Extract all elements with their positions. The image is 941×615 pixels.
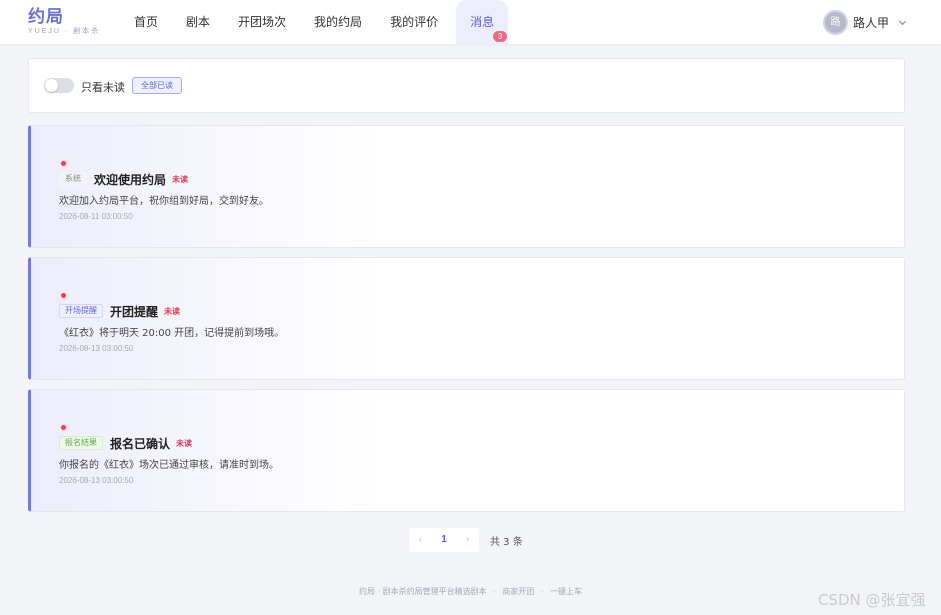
- avatar: 路: [823, 9, 848, 35]
- page-number-current[interactable]: 1: [432, 528, 456, 552]
- message-card[interactable]: 报名结果 报名已确认 未读 你报名的《红衣》场次已通过审核，请准时到场。 202…: [28, 389, 905, 512]
- total-count: 共 3 条: [490, 536, 523, 548]
- unread-status: 未读: [172, 174, 189, 184]
- message-title: 欢迎使用约局: [94, 172, 167, 187]
- unread-only-toggle[interactable]: [44, 78, 74, 93]
- top-navbar: 约局 YUEJU · 剧本杀 首页 剧本 开团场次 我的约局 我的评价 消息 3…: [0, 0, 941, 44]
- message-title: 开团提醒: [110, 304, 159, 319]
- unread-only-label: 只看未读: [81, 81, 125, 94]
- next-page-button[interactable]: ›: [456, 528, 479, 552]
- chevron-down-icon: [898, 20, 907, 25]
- message-body: 欢迎加入约局平台，祝你组到好局，交到好友。: [59, 196, 269, 207]
- footer-link-merchant[interactable]: 商家开团: [502, 587, 534, 596]
- nav-item-my-reviews[interactable]: 我的评价: [376, 0, 452, 44]
- logo-main: 约局: [28, 7, 64, 27]
- message-header: 系统 欢迎使用约局 未读: [59, 171, 188, 187]
- nav-item-sessions[interactable]: 开团场次: [224, 0, 300, 44]
- nav-item-messages-label: 消息: [470, 15, 495, 29]
- nav-item-home[interactable]: 首页: [120, 0, 172, 44]
- logo[interactable]: 约局 YUEJU · 剧本杀: [28, 7, 100, 36]
- unread-count-badge: 3: [493, 31, 508, 42]
- user-name: 路人甲: [853, 15, 890, 30]
- message-type-tag: 系统: [59, 172, 87, 186]
- footer-text: 约局 · 剧本杀约局管理平台精选剧本: [359, 587, 487, 596]
- nav-item-messages[interactable]: 消息 3: [456, 0, 509, 44]
- toggle-knob: [45, 79, 58, 92]
- message-header: 开场提醒 开团提醒 未读: [59, 303, 180, 319]
- watermark: CSDN @张宜强: [818, 591, 926, 609]
- message-time: 2026-08-11 03:00:50: [59, 212, 133, 221]
- unread-status: 未读: [164, 306, 181, 316]
- message-header: 报名结果 报名已确认 未读: [59, 435, 192, 451]
- footer-separator: ·: [493, 587, 496, 596]
- message-card[interactable]: 开场提醒 开团提醒 未读 《红衣》将于明天 20:00 开团，记得提前到场哦。 …: [28, 257, 905, 380]
- message-body: 《红衣》将于明天 20:00 开团，记得提前到场哦。: [59, 328, 285, 339]
- footer-link-quick-join[interactable]: 一键上车: [550, 587, 582, 596]
- user-menu[interactable]: 路 路人甲: [823, 9, 907, 35]
- message-card[interactable]: 系统 欢迎使用约局 未读 欢迎加入约局平台，祝你组到好局，交到好友。 2026-…: [28, 125, 905, 248]
- nav-item-scripts[interactable]: 剧本: [172, 0, 224, 44]
- message-time: 2026-08-13 03:00:50: [59, 344, 134, 353]
- message-body: 你报名的《红衣》场次已通过审核，请准时到场。: [59, 460, 279, 471]
- nav-item-my-bookings[interactable]: 我的约局: [300, 0, 376, 44]
- message-filter-bar: 只看未读 全部已读: [28, 58, 905, 113]
- footer: 约局 · 剧本杀约局管理平台精选剧本 · 商家开团 · 一键上车: [0, 586, 941, 597]
- message-type-tag: 开场提醒: [59, 304, 103, 318]
- unread-dot-icon: [59, 423, 68, 432]
- footer-separator: ·: [540, 587, 544, 596]
- prev-page-button[interactable]: ‹: [409, 528, 432, 552]
- unread-dot-icon: [59, 291, 68, 300]
- main-nav: 首页 剧本 开团场次 我的约局 我的评价 消息 3: [120, 0, 509, 44]
- logo-sub: YUEJU · 剧本杀: [28, 28, 101, 35]
- mark-all-read-button[interactable]: 全部已读: [132, 77, 182, 94]
- message-title: 报名已确认: [110, 436, 171, 451]
- unread-dot-icon: [59, 159, 68, 168]
- message-time: 2026-08-13 03:00:50: [59, 476, 134, 485]
- message-type-tag: 报名结果: [59, 436, 103, 450]
- unread-status: 未读: [176, 438, 193, 448]
- pagination: ‹ 1 › 共 3 条: [409, 528, 523, 552]
